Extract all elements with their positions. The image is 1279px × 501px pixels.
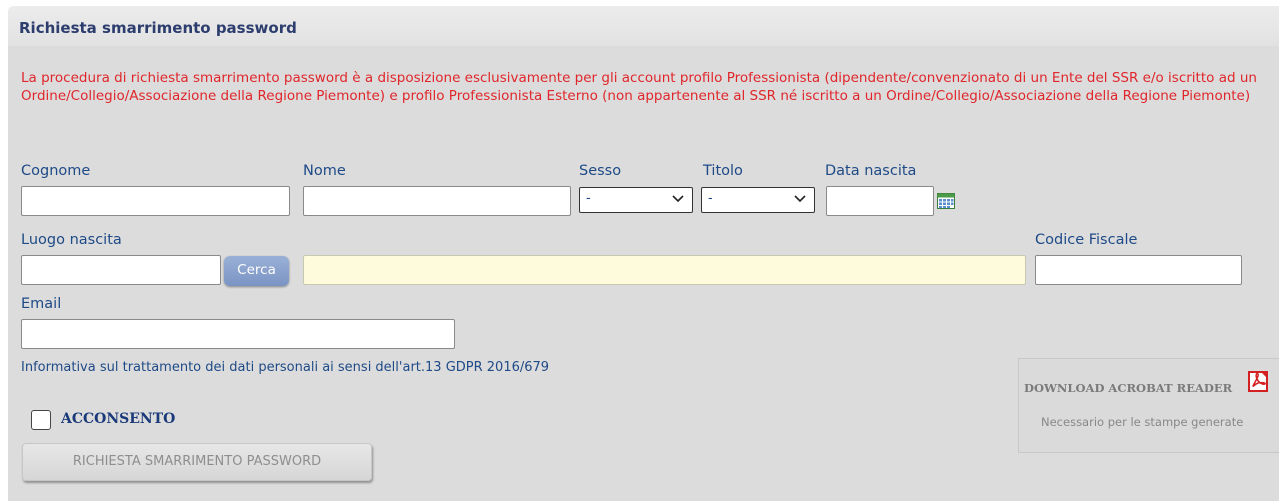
- consent-checkbox[interactable]: [31, 410, 51, 430]
- luogo-nascita-result-field: [303, 255, 1026, 285]
- consent-label[interactable]: ACCONSENTO: [61, 411, 175, 427]
- codice-fiscale-label: Codice Fiscale: [1035, 232, 1138, 248]
- sesso-select[interactable]: -: [579, 187, 693, 213]
- cognome-input[interactable]: [21, 186, 290, 216]
- sesso-label: Sesso: [579, 163, 622, 179]
- nome-input[interactable]: [303, 186, 571, 216]
- titolo-select[interactable]: -: [701, 187, 815, 213]
- acrobat-download-box[interactable]: DOWNLOAD ACROBAT READER Necessario per l…: [1018, 358, 1279, 453]
- codice-fiscale-input[interactable]: [1035, 255, 1242, 285]
- panel-header: Richiesta smarrimento password: [8, 6, 1279, 46]
- data-nascita-label: Data nascita: [825, 163, 917, 179]
- acrobat-download-link[interactable]: DOWNLOAD ACROBAT READER: [1024, 381, 1232, 395]
- acrobat-note: Necessario per le stampe generate: [1041, 415, 1244, 429]
- email-label: Email: [21, 296, 62, 312]
- procedure-notice: La procedura di richiesta smarrimento pa…: [21, 70, 1257, 104]
- submit-button[interactable]: RICHIESTA SMARRIMENTO PASSWORD: [22, 443, 372, 481]
- luogo-nascita-input[interactable]: [21, 255, 221, 285]
- titolo-label: Titolo: [703, 163, 743, 179]
- form-panel: Richiesta smarrimento password La proced…: [8, 6, 1279, 501]
- chevron-down-icon: [672, 195, 684, 203]
- luogo-nascita-label: Luogo nascita: [21, 232, 122, 248]
- cerca-button[interactable]: Cerca: [224, 256, 289, 286]
- data-nascita-input[interactable]: [826, 186, 934, 216]
- sesso-selected-value: -: [586, 191, 591, 206]
- calendar-icon[interactable]: [937, 193, 955, 209]
- page-title: Richiesta smarrimento password: [19, 19, 297, 37]
- titolo-selected-value: -: [708, 191, 713, 206]
- privacy-info-text: Informativa sul trattamento dei dati per…: [21, 360, 550, 375]
- nome-label: Nome: [303, 163, 346, 179]
- chevron-down-icon: [794, 195, 806, 203]
- email-input[interactable]: [21, 319, 455, 349]
- pdf-icon[interactable]: [1247, 369, 1271, 393]
- cognome-label: Cognome: [21, 163, 91, 179]
